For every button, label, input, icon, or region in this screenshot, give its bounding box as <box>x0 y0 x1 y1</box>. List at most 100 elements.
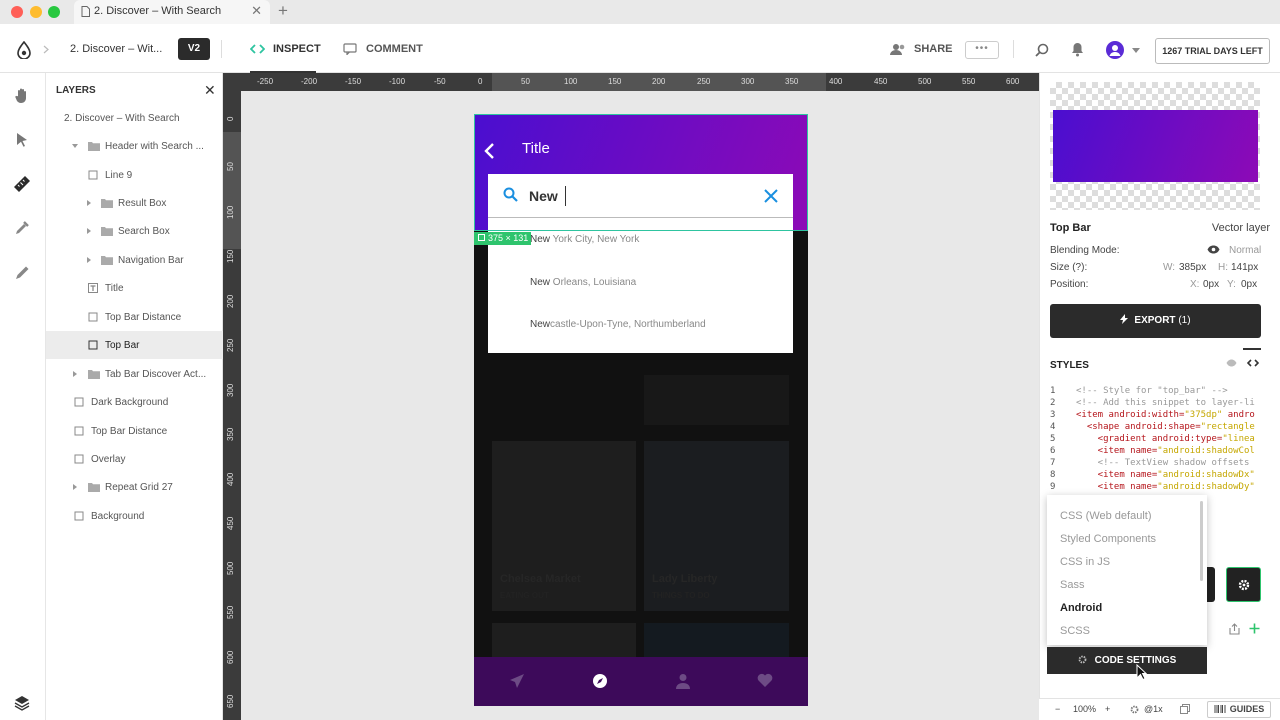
window-minimize-button[interactable] <box>30 6 42 18</box>
layer-item[interactable]: Search Box <box>46 217 223 245</box>
compass-icon[interactable] <box>592 673 608 689</box>
code-snippet[interactable]: 1 <!-- Style for "top_bar" --> 2 <!-- Add … <box>1050 386 1270 496</box>
ruler-tick-label: -100 <box>389 77 406 86</box>
export-button[interactable]: EXPORT (1) <box>1050 304 1261 338</box>
guides-button[interactable]: GUIDES <box>1207 701 1271 718</box>
pen-icon[interactable] <box>14 265 30 281</box>
result-match: New <box>530 277 551 288</box>
close-layers-button[interactable]: ✕ <box>204 82 216 99</box>
layer-item[interactable]: Background <box>46 502 223 530</box>
result-rest: castle-Upon-Tyne, Northumberland <box>550 319 706 330</box>
layer-label: Tab Bar Discover Act... <box>105 369 207 380</box>
version-badge[interactable]: V2 <box>178 38 210 60</box>
ruler-tick-label: 650 <box>226 694 235 708</box>
layer-item[interactable]: Tab Bar Discover Act... <box>46 360 223 388</box>
eyedropper-icon[interactable] <box>14 220 30 236</box>
card-subtitle: EATING OUT <box>500 591 549 600</box>
pointer-icon[interactable] <box>16 132 28 147</box>
status-bar: − 100% + @1x GUIDES <box>1039 698 1280 720</box>
window-zoom-button[interactable] <box>48 6 60 18</box>
layer-item[interactable]: Overlay <box>46 445 223 473</box>
layer-item[interactable]: Repeat Grid 27 <box>46 473 223 501</box>
layer-item[interactable]: 2. Discover – With Search <box>46 104 223 132</box>
caret-down-icon[interactable] <box>1132 48 1140 53</box>
design-canvas[interactable]: -250 -200 -150 -100 -50 0 50 100 150 200… <box>223 73 1039 720</box>
language-option-selected[interactable]: Android <box>1060 602 1102 614</box>
ruler-tick-label: 600 <box>226 650 235 664</box>
ruler-tick-label: 200 <box>652 77 666 86</box>
language-option[interactable]: CSS (Web default) <box>1060 510 1152 522</box>
browser-tab[interactable]: 2. Discover – With Search ✕ <box>74 0 270 24</box>
ruler-tick-label: 400 <box>829 77 843 86</box>
layer-item[interactable]: Header with Search ... <box>46 132 223 160</box>
tab-comment[interactable]: COMMENT <box>366 43 423 55</box>
app-logo-icon[interactable] <box>17 41 31 59</box>
expand-toggle[interactable] <box>73 484 77 490</box>
ruler-tick-label: 50 <box>521 77 530 86</box>
layers-panel-title: LAYERS <box>56 85 96 96</box>
result-item[interactable]: New Orleans, Louisiana <box>530 277 636 288</box>
layer-item[interactable]: Top Bar Distance <box>46 303 223 331</box>
plane-icon[interactable] <box>509 673 525 689</box>
hand-icon[interactable] <box>14 87 31 104</box>
bell-icon[interactable] <box>1071 42 1084 57</box>
text-layer-icon <box>88 283 98 293</box>
share-button[interactable]: SHARE <box>914 43 953 55</box>
expand-toggle[interactable] <box>87 257 91 263</box>
layer-item[interactable]: Line 9 <box>46 161 223 189</box>
language-option[interactable]: Styled Components <box>1060 533 1156 545</box>
layer-item[interactable]: Result Box <box>46 189 223 217</box>
layer-item[interactable]: Navigation Bar <box>46 246 223 274</box>
window-close-button[interactable] <box>11 6 23 18</box>
trial-days-button[interactable]: 1267 TRIAL DAYS LEFT <box>1155 38 1270 64</box>
result-item[interactable]: New York City, New York <box>530 234 639 245</box>
dropdown-scrollbar[interactable] <box>1200 501 1203 581</box>
zoom-level[interactable]: 100% <box>1073 704 1096 714</box>
eye-icon[interactable] <box>1207 245 1220 254</box>
code-settings-button[interactable]: CODE SETTINGS <box>1047 647 1207 674</box>
horizontal-ruler: -250 -200 -150 -100 -50 0 50 100 150 200… <box>241 73 1039 91</box>
layer-type: Vector layer <box>1211 222 1270 234</box>
more-options-button[interactable]: ••• <box>965 41 999 59</box>
layer-item[interactable]: Top Bar Distance <box>46 417 223 445</box>
settings-gear-button[interactable] <box>1226 567 1261 602</box>
code-string: "android:shadowCol <box>1157 446 1255 456</box>
heart-icon[interactable] <box>757 673 773 688</box>
export-label: EXPORT <box>1134 315 1176 326</box>
search-icon[interactable] <box>1035 43 1049 57</box>
eye-icon[interactable] <box>1226 359 1237 367</box>
copy-icon[interactable] <box>1180 704 1190 714</box>
users-icon <box>890 44 905 55</box>
result-item[interactable]: Newcastle-Upon-Tyne, Northumberland <box>530 319 706 330</box>
share-export-icon[interactable] <box>1229 623 1240 635</box>
tab-close-button[interactable]: ✕ <box>251 3 262 19</box>
language-option[interactable]: SCSS <box>1060 625 1090 637</box>
density-selector[interactable]: @1x <box>1144 704 1163 714</box>
layer-item[interactable]: Title <box>46 274 223 302</box>
expand-toggle[interactable] <box>87 200 91 206</box>
position-label: Position: <box>1050 279 1089 290</box>
language-option[interactable]: CSS in JS <box>1060 556 1110 568</box>
document-name[interactable]: 2. Discover – Wit... <box>70 43 162 55</box>
code-brackets-icon[interactable] <box>1247 359 1259 367</box>
layers-icon[interactable] <box>14 695 30 711</box>
avatar[interactable] <box>1106 41 1124 59</box>
language-option[interactable]: Sass <box>1060 579 1084 591</box>
zoom-in-button[interactable]: + <box>1105 704 1110 714</box>
zoom-out-button[interactable]: − <box>1055 704 1060 714</box>
expand-toggle[interactable] <box>73 371 77 377</box>
user-icon[interactable] <box>676 673 690 689</box>
ruler-tick-label: -50 <box>434 77 446 86</box>
layer-label: Search Box <box>118 226 170 237</box>
layer-item[interactable]: Dark Background <box>46 388 223 416</box>
dimmed-content: Chelsea Market EATING OUT Lady Liberty T… <box>474 353 808 663</box>
add-icon[interactable] <box>1249 623 1260 634</box>
lightning-icon <box>1120 314 1129 324</box>
layer-item-selected[interactable]: Top Bar <box>46 331 223 359</box>
collapse-toggle[interactable] <box>72 144 78 148</box>
guides-label: GUIDES <box>1229 704 1265 714</box>
ruler-icon[interactable] <box>13 175 31 193</box>
expand-toggle[interactable] <box>87 228 91 234</box>
new-tab-button[interactable]: + <box>278 1 288 21</box>
toolbar-divider <box>1013 40 1014 58</box>
